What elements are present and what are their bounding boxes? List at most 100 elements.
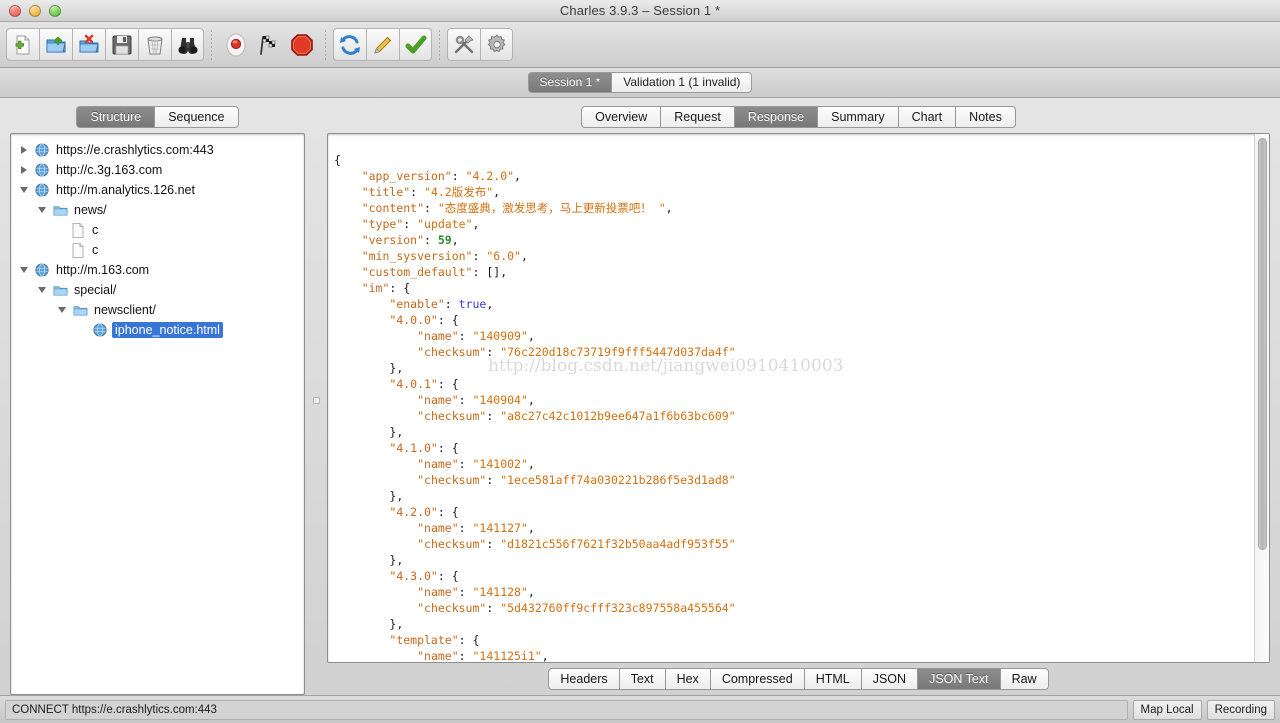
toolbar-group-tools <box>333 28 432 61</box>
scrollbar-thumb[interactable] <box>1258 138 1267 550</box>
find-button[interactable] <box>171 28 204 61</box>
json-text-content: { "app_version": "4.2.0", "title": "4.2版… <box>328 146 1254 663</box>
close-session-button[interactable] <box>72 28 105 61</box>
toolbar-separator-1 <box>211 30 212 60</box>
twisty-open-icon[interactable] <box>33 287 51 293</box>
tree-item-file[interactable]: c <box>11 220 304 240</box>
tree-item-selected-request[interactable]: iphone_notice.html <box>11 320 304 340</box>
throttling-button[interactable] <box>252 28 285 61</box>
checkered-flag-icon <box>256 32 282 58</box>
response-body-scroll-area[interactable]: http://blog.csdn.net/jiangwei0910410003 … <box>328 134 1254 662</box>
tree-item-label: http://m.163.com <box>54 262 151 278</box>
tree-item-label: newsclient/ <box>92 302 158 318</box>
record-toggle-button[interactable] <box>219 28 252 61</box>
response-body-viewer[interactable]: http://blog.csdn.net/jiangwei0910410003 … <box>327 133 1270 663</box>
tree-item-file[interactable]: c <box>11 240 304 260</box>
twisty-closed-icon[interactable] <box>15 146 33 154</box>
format-tab-compressed[interactable]: Compressed <box>710 668 804 690</box>
right-pane-tab-bar: Overview Request Response Summary Chart … <box>327 106 1270 128</box>
format-tab-raw[interactable]: Raw <box>1000 668 1049 690</box>
file-icon <box>69 222 87 238</box>
folder-icon <box>71 302 89 318</box>
tab-chart[interactable]: Chart <box>898 106 956 128</box>
tab-summary[interactable]: Summary <box>817 106 897 128</box>
format-tab-json-text[interactable]: JSON Text <box>917 668 1000 690</box>
hammer-wrench-icon <box>452 33 476 57</box>
toolbar-group-settings <box>447 28 513 61</box>
splitter-grip-icon[interactable] <box>313 397 320 404</box>
tree-item-label: https://e.crashlytics.com:443 <box>54 142 216 158</box>
response-vertical-scrollbar[interactable] <box>1254 134 1269 662</box>
tab-overview[interactable]: Overview <box>581 106 660 128</box>
status-bar: CONNECT https://e.crashlytics.com:443 Ma… <box>0 695 1280 723</box>
twisty-closed-icon[interactable] <box>15 166 33 174</box>
open-session-button[interactable] <box>39 28 72 61</box>
repeat-button[interactable] <box>333 28 366 61</box>
format-tab-html[interactable]: HTML <box>804 668 861 690</box>
format-tab-hex[interactable]: Hex <box>665 668 710 690</box>
zoom-window-button[interactable] <box>49 5 61 17</box>
new-session-button[interactable] <box>6 28 39 61</box>
folder-icon <box>51 202 69 218</box>
globe-icon <box>91 322 109 338</box>
twisty-open-icon[interactable] <box>15 187 33 193</box>
charles-main-window: Charles 3.9.3 – Session 1 * <box>0 0 1280 723</box>
format-tab-headers[interactable]: Headers <box>548 668 618 690</box>
twisty-open-icon[interactable] <box>15 267 33 273</box>
trash-can-icon <box>143 33 167 57</box>
main-toolbar <box>0 22 1280 68</box>
toolbar-group-record <box>219 28 318 61</box>
session-tab-bar: Session 1 * Validation 1 (1 invalid) <box>0 68 1280 98</box>
recording-button[interactable]: Recording <box>1207 700 1275 720</box>
twisty-open-icon[interactable] <box>53 307 71 313</box>
gear-icon <box>485 33 509 57</box>
tab-response[interactable]: Response <box>734 106 817 128</box>
tree-item-folder[interactable]: special/ <box>11 280 304 300</box>
settings-button[interactable] <box>480 28 513 61</box>
tree-item-host[interactable]: http://m.163.com <box>11 260 304 280</box>
tools-button[interactable] <box>447 28 480 61</box>
tree-item-label: special/ <box>72 282 118 298</box>
file-icon <box>69 242 87 258</box>
folder-icon <box>51 282 69 298</box>
toolbar-separator-2 <box>325 30 326 60</box>
tree-item-host[interactable]: http://c.3g.163.com <box>11 160 304 180</box>
response-format-tab-bar: Headers Text Hex Compressed HTML JSON JS… <box>327 663 1270 695</box>
map-local-button[interactable]: Map Local <box>1133 700 1202 720</box>
tree-item-host[interactable]: https://e.crashlytics.com:443 <box>11 140 304 160</box>
green-check-icon <box>404 33 428 57</box>
twisty-open-icon[interactable] <box>33 207 51 213</box>
compose-button[interactable] <box>366 28 399 61</box>
format-tab-text[interactable]: Text <box>619 668 665 690</box>
format-tab-json[interactable]: JSON <box>861 668 917 690</box>
tree-item-label: news/ <box>72 202 109 218</box>
session-tab-validation-1[interactable]: Validation 1 (1 invalid) <box>611 72 752 93</box>
tab-sequence[interactable]: Sequence <box>154 106 238 128</box>
tree-item-host[interactable]: http://m.analytics.126.net <box>11 180 304 200</box>
title-bar: Charles 3.9.3 – Session 1 * <box>0 0 1280 22</box>
tree-item-folder[interactable]: news/ <box>11 200 304 220</box>
globe-icon <box>33 142 51 158</box>
tab-structure[interactable]: Structure <box>76 106 154 128</box>
pencil-edit-icon <box>371 33 395 57</box>
close-folder-x-icon <box>77 33 101 57</box>
tab-request[interactable]: Request <box>660 106 734 128</box>
left-pane: Structure Sequence https://e.crashlytics… <box>10 106 305 695</box>
tab-notes[interactable]: Notes <box>955 106 1016 128</box>
session-tab-session-1[interactable]: Session 1 * <box>528 72 612 93</box>
validate-button[interactable] <box>399 28 432 61</box>
window-title: Charles 3.9.3 – Session 1 * <box>0 3 1280 18</box>
breakpoints-button[interactable] <box>285 28 318 61</box>
minimize-window-button[interactable] <box>29 5 41 17</box>
globe-icon <box>33 262 51 278</box>
stop-sign-icon <box>289 32 315 58</box>
tree-item-folder[interactable]: newsclient/ <box>11 300 304 320</box>
toolbar-separator-3 <box>439 30 440 60</box>
window-controls <box>0 5 61 17</box>
pane-splitter[interactable] <box>305 106 327 695</box>
save-session-button[interactable] <box>105 28 138 61</box>
clear-session-button[interactable] <box>138 28 171 61</box>
request-tree[interactable]: https://e.crashlytics.com:443 http://c.3… <box>10 133 305 695</box>
close-window-button[interactable] <box>9 5 21 17</box>
record-red-dot-icon <box>223 32 249 58</box>
